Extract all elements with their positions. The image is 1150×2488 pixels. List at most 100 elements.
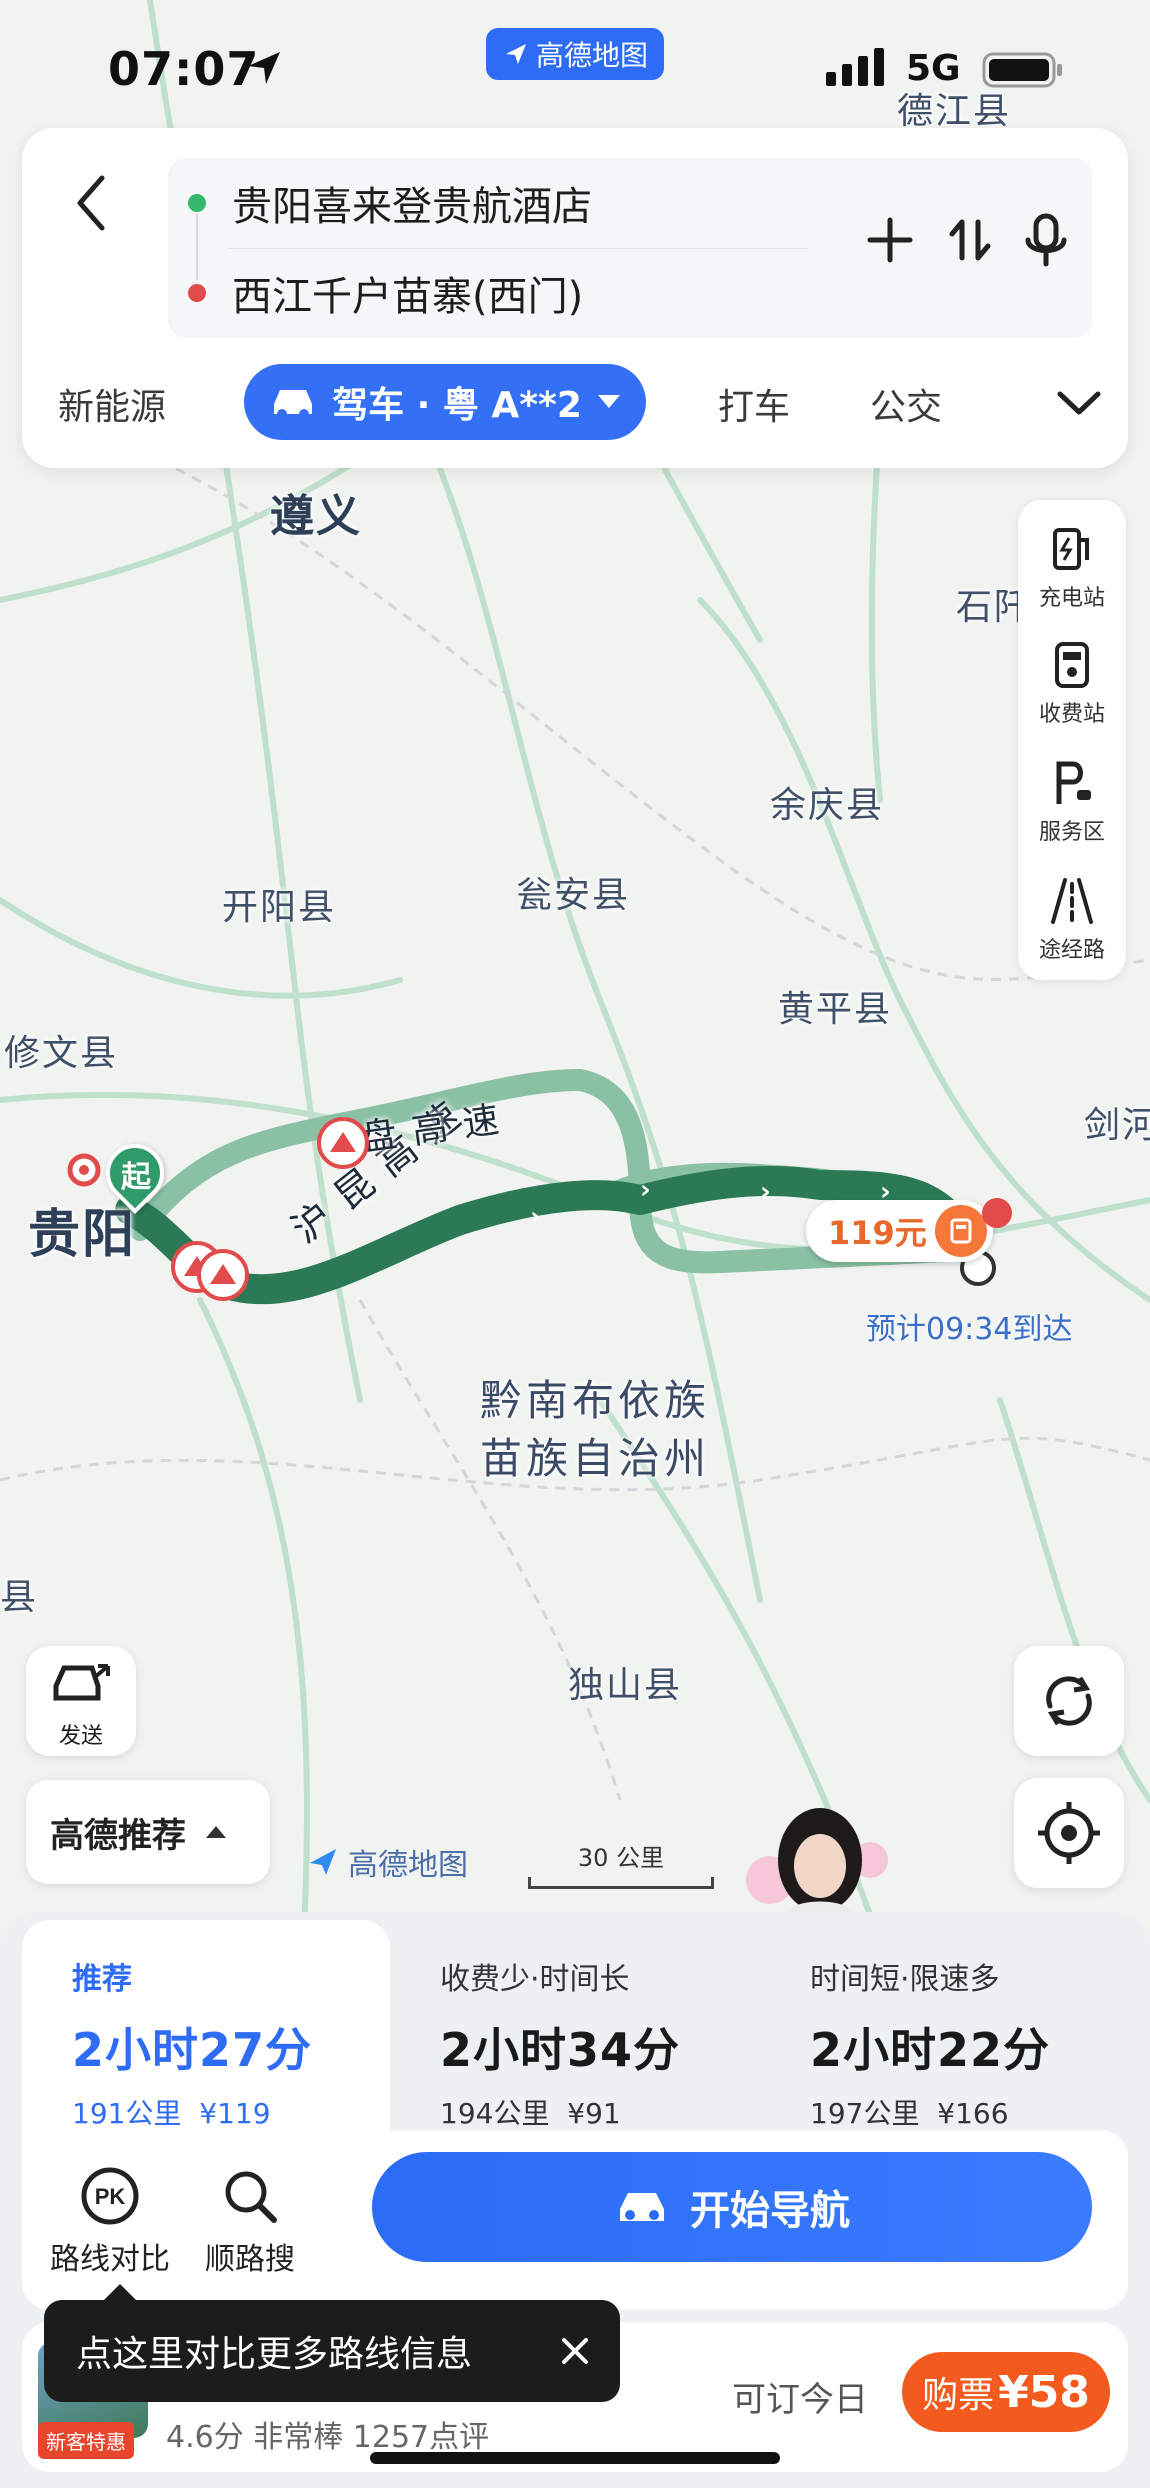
toolbar-toll[interactable]: 收费站 bbox=[1018, 638, 1126, 728]
send-label: 发送 bbox=[58, 1724, 103, 1749]
back-arrow-icon[interactable] bbox=[62, 168, 122, 238]
buy-ticket-button[interactable]: 购票 ¥58 bbox=[902, 2352, 1110, 2432]
label-yuqing: 余庆县 bbox=[770, 785, 885, 826]
label-jianhe: 剑河 bbox=[1084, 1105, 1150, 1146]
compare-routes-button[interactable]: PK 路线对比 bbox=[40, 2166, 180, 2278]
microphone-icon[interactable] bbox=[1014, 208, 1078, 272]
along-route-search-label: 顺路搜 bbox=[205, 2242, 295, 2277]
tab-drive[interactable]: 驾车 · 粤 A**2 bbox=[244, 364, 646, 440]
destination-text: 西江千户苗寨(西门) bbox=[232, 274, 584, 320]
car-icon bbox=[620, 2193, 664, 2221]
app-badge[interactable]: 高德地图 bbox=[486, 28, 664, 80]
toolbar-charging[interactable]: 充电站 bbox=[1018, 522, 1126, 612]
toolbar-charging-label: 充电站 bbox=[1038, 586, 1105, 611]
route-option-duration: 2小时22分 bbox=[810, 2023, 1051, 2077]
chevron-down-icon[interactable] bbox=[1054, 382, 1104, 422]
svg-text:›: › bbox=[760, 1177, 771, 1207]
toll-price: 119元 bbox=[828, 1214, 927, 1252]
ticket-price: ¥58 bbox=[998, 2366, 1090, 2418]
route-option-meta: 191公里 ¥119 bbox=[72, 2092, 390, 2132]
route-option-faster[interactable]: 时间短·限速多 2小时22分 197公里 ¥166 bbox=[810, 1920, 1128, 2130]
location-arrow-icon bbox=[248, 52, 280, 84]
route-option-recommended[interactable]: 推荐 2小时27分 191公里 ¥119 bbox=[22, 1920, 390, 2130]
label-zunyi: 遵义 bbox=[270, 491, 362, 542]
crosshair-icon bbox=[1038, 1802, 1100, 1864]
start-marker-label: 起 bbox=[121, 1160, 151, 1195]
recommend-dropdown-label: 高德推荐 bbox=[50, 1815, 186, 1856]
tab-new-energy[interactable]: 新能源 bbox=[58, 378, 166, 430]
label-qiannan-line1: 黔南布依族 bbox=[480, 1376, 711, 1425]
toll-bubble[interactable]: 119元 bbox=[806, 1200, 993, 1262]
route-option-distance: 191公里 bbox=[72, 2097, 182, 2130]
toolbar-service[interactable]: 服务区 bbox=[1018, 756, 1126, 846]
label-wengan: 瓮安县 bbox=[516, 875, 631, 916]
service-area-icon bbox=[1056, 761, 1091, 804]
status-time: 07:07 bbox=[108, 42, 260, 96]
route-option-cost: ¥91 bbox=[567, 2097, 621, 2130]
svg-text:›: › bbox=[530, 1202, 541, 1232]
route-option-tag: 收费少·时间长 bbox=[440, 1962, 630, 1997]
construction-icon[interactable] bbox=[196, 1248, 250, 1302]
availability-text: 可订今日 bbox=[732, 2380, 868, 2420]
toolbar-via-road-label: 途经路 bbox=[1038, 938, 1105, 963]
along-route-search-button[interactable]: 顺路搜 bbox=[190, 2166, 310, 2278]
signal-icon bbox=[826, 48, 884, 86]
map-scale-label: 30 公里 bbox=[577, 1844, 665, 1872]
start-navigation-label: 开始导航 bbox=[690, 2188, 850, 2234]
origin-field[interactable]: 贵阳喜来登贵航酒店 bbox=[168, 158, 808, 248]
toll-station-icon bbox=[934, 1205, 987, 1257]
svg-text:PK: PK bbox=[95, 2184, 126, 2209]
label-dushan: 独山县 bbox=[568, 1665, 683, 1706]
recommend-dropdown[interactable]: 高德推荐 bbox=[26, 1780, 270, 1884]
car-icon bbox=[274, 390, 313, 419]
charging-station-icon bbox=[1053, 528, 1089, 570]
attraction-rating: 4.6分 非常棒 1257点评 bbox=[166, 2420, 490, 2455]
start-navigation-button[interactable]: 开始导航 bbox=[372, 2152, 1092, 2262]
add-waypoint-icon[interactable] bbox=[858, 208, 922, 272]
route-option-meta: 197公里 ¥166 bbox=[810, 2092, 1128, 2132]
close-icon[interactable] bbox=[550, 2326, 600, 2376]
route-search-card: 贵阳喜来登贵航酒店 西江千户苗寨(西门) 新能源 驾车 · 粤 A**2 打车 … bbox=[22, 128, 1128, 468]
battery-icon bbox=[982, 52, 1062, 88]
toolbar-service-label: 服务区 bbox=[1038, 820, 1105, 845]
via-road-icon bbox=[1051, 878, 1093, 924]
tab-transit[interactable]: 公交 bbox=[870, 378, 942, 430]
map-layer-toolbar: 充电站 收费站 服务区 途经路 bbox=[1018, 500, 1126, 980]
network-type: 5G bbox=[906, 48, 961, 89]
toolbar-via-road[interactable]: 途经路 bbox=[1018, 874, 1126, 964]
tab-drive-label: 驾车 · 粤 A**2 bbox=[332, 385, 582, 426]
construction-icon[interactable] bbox=[316, 1116, 370, 1170]
compare-tooltip-text: 点这里对比更多路线信息 bbox=[76, 2334, 473, 2375]
assistant-avatar[interactable] bbox=[740, 1800, 890, 1918]
tab-taxi[interactable]: 打车 bbox=[718, 378, 790, 430]
toll-station-icon bbox=[1055, 642, 1089, 688]
label-guiyang: 贵阳 bbox=[28, 1205, 137, 1265]
pk-icon: PK bbox=[81, 2167, 139, 2225]
app-badge-label: 高德地图 bbox=[535, 39, 648, 72]
swap-icon[interactable] bbox=[938, 208, 1002, 272]
refresh-route-button[interactable] bbox=[1014, 1646, 1124, 1756]
travel-mode-tabs: 新能源 驾车 · 粤 A**2 打车 公交 bbox=[22, 364, 1128, 444]
destination-marker[interactable] bbox=[982, 1198, 1012, 1228]
svg-text:›: › bbox=[640, 1175, 651, 1205]
status-bar: 07:07 高德地图 5G bbox=[0, 28, 1150, 108]
compare-routes-label: 路线对比 bbox=[50, 2242, 170, 2277]
caret-up-icon bbox=[206, 1826, 226, 1838]
amap-logo-icon bbox=[505, 44, 526, 64]
destination-field[interactable]: 西江千户苗寨(西门) bbox=[168, 248, 808, 338]
send-to-car-icon bbox=[53, 1664, 110, 1701]
new-customer-badge: 新客特惠 bbox=[38, 2422, 134, 2459]
origin-dot bbox=[188, 194, 206, 212]
compare-tooltip: 点这里对比更多路线信息 bbox=[44, 2284, 620, 2402]
home-indicator[interactable] bbox=[370, 2452, 780, 2464]
caret-down-icon bbox=[597, 395, 620, 408]
send-to-car-button[interactable]: 发送 bbox=[26, 1646, 136, 1756]
locate-me-button[interactable] bbox=[1014, 1778, 1124, 1888]
route-option-duration: 2小时27分 bbox=[72, 2023, 313, 2077]
origin-text: 贵阳喜来登贵航酒店 bbox=[232, 184, 592, 230]
toolbar-toll-label: 收费站 bbox=[1038, 702, 1105, 727]
destination-dot bbox=[188, 284, 206, 302]
route-option-cost: ¥166 bbox=[937, 2097, 1009, 2130]
route-option-distance: 197公里 bbox=[810, 2097, 920, 2130]
route-option-cheaper[interactable]: 收费少·时间长 2小时34分 194公里 ¥91 bbox=[440, 1920, 780, 2130]
